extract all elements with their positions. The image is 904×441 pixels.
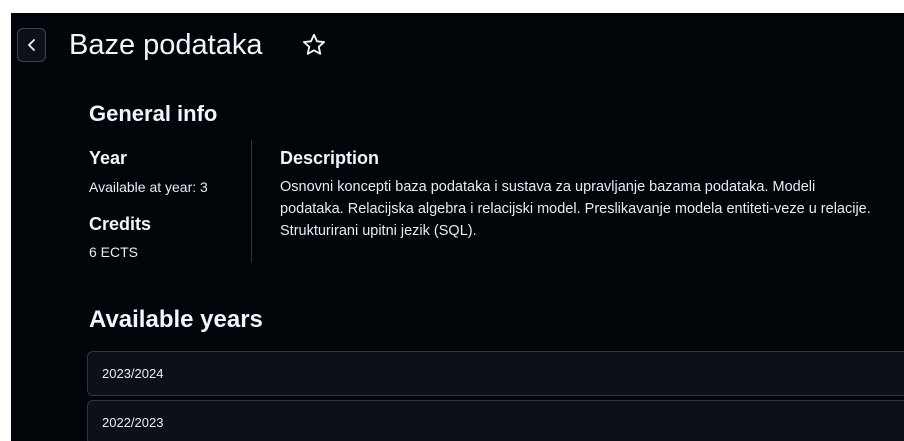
available-years-title: Available years — [89, 306, 263, 333]
year-list: 2023/2024 2022/2023 — [87, 351, 904, 441]
course-page: Baze podataka General info Year Availabl… — [11, 13, 904, 441]
year-value: Available at year: 3 — [89, 179, 208, 195]
year-list-item[interactable]: 2023/2024 — [87, 351, 904, 396]
year-list-item[interactable]: 2022/2023 — [87, 400, 904, 441]
year-label: Year — [89, 148, 128, 168]
page-title: Baze podataka — [69, 29, 263, 61]
star-icon[interactable] — [301, 32, 327, 58]
description-label: Description — [280, 148, 380, 168]
back-button[interactable] — [17, 28, 46, 62]
description-text: Osnovni koncepti baza podataka i sustava… — [280, 179, 871, 239]
chevron-left-icon — [27, 39, 35, 51]
credits-value: 6 ECTS — [89, 244, 139, 260]
general-info-title: General info — [89, 101, 218, 126]
info-divider — [251, 140, 252, 262]
credits-label: Credits — [89, 214, 152, 234]
